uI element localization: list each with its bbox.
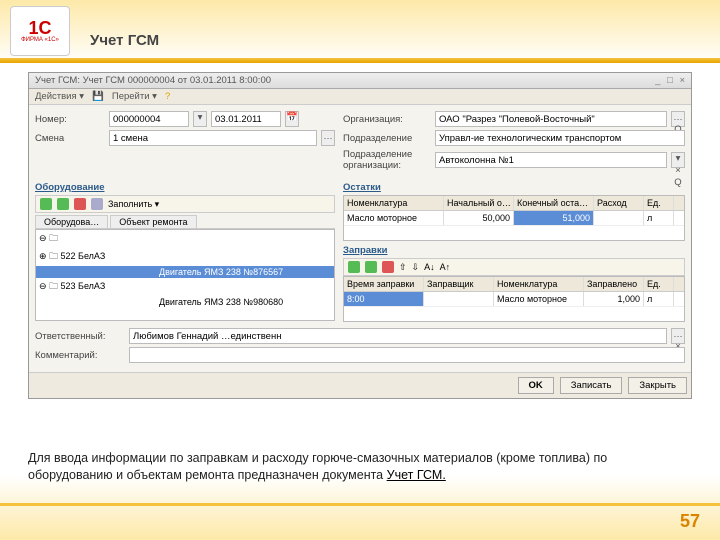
close-icon[interactable]: × — [679, 75, 685, 86]
down-icon[interactable]: ⇩ — [412, 262, 420, 273]
edit-icon[interactable] — [365, 261, 377, 273]
brand-logo: 1С ФИРМА «1С» — [10, 6, 70, 56]
fillings-grid[interactable]: Время заправки Заправщик Номенклатура За… — [343, 276, 685, 322]
fillings-header: Заправки — [343, 245, 685, 256]
toolbar: Действия ▾ 💾 Перейти ▾ ? — [29, 89, 691, 105]
page-title: Учет ГСМ — [90, 32, 159, 49]
responsible-input[interactable]: Любимов Геннадий …единственн — [129, 328, 667, 344]
page-number: 57 — [680, 511, 700, 532]
lookup-icon[interactable]: …Q — [671, 111, 685, 127]
save-button[interactable]: Записать — [560, 377, 623, 394]
remains-header: Остатки — [343, 182, 685, 193]
lookup-icon[interactable]: …× Q — [671, 328, 685, 344]
responsible-label: Ответственный: — [35, 331, 125, 342]
tab-equipment[interactable]: Оборудова… — [35, 215, 108, 228]
comment-label: Комментарий: — [35, 350, 125, 361]
window-titlebar: Учет ГСМ: Учет ГСМ 000000004 от 03.01.20… — [29, 73, 691, 89]
tab-repair-object[interactable]: Объект ремонта — [110, 215, 196, 228]
save-icon[interactable]: 💾 — [92, 91, 104, 102]
date-picker-icon[interactable]: ▾ — [193, 111, 207, 127]
dept-label: Подразделение — [343, 133, 431, 144]
remains-grid[interactable]: Номенклатура Начальный о… Конечный оста…… — [343, 195, 685, 241]
dept2-label: Подразделение организации: — [343, 149, 431, 171]
minimize-icon[interactable]: _ — [655, 75, 660, 86]
comment-input[interactable] — [129, 347, 685, 363]
org-input[interactable]: ОАО "Разрез "Полевой-Восточный" — [435, 111, 667, 127]
table-row[interactable]: Масло моторное 50,000 51,000 л — [344, 211, 684, 226]
actions-menu[interactable]: Действия ▾ — [35, 91, 84, 102]
shift-label: Смена — [35, 133, 105, 144]
number-label: Номер: — [35, 114, 105, 125]
dept-input[interactable]: Управл-ие технологическим транспортом — [435, 130, 685, 146]
window-title-text: Учет ГСМ: Учет ГСМ 000000004 от 03.01.20… — [35, 75, 271, 86]
equipment-tree[interactable]: ⊖ 🗀 ⊕ 🗀 522 БелАЗ Двигатель ЯМЗ 238 №876… — [35, 229, 335, 321]
delete-icon[interactable] — [74, 198, 86, 210]
fillings-toolbar: ⇧ ⇩ A↓ A↑ — [343, 258, 685, 276]
lookup-icon[interactable]: … — [321, 130, 335, 146]
close-button[interactable]: Закрыть — [628, 377, 687, 394]
number-input[interactable]: 000000004 — [109, 111, 189, 127]
calendar-icon[interactable]: 📅 — [285, 111, 299, 127]
add-icon[interactable] — [40, 198, 52, 210]
equipment-header: Оборудование — [35, 182, 335, 193]
goto-menu[interactable]: Перейти ▾ — [112, 91, 157, 102]
add-icon[interactable] — [348, 261, 360, 273]
refresh-icon[interactable] — [91, 198, 103, 210]
slide-caption: Для ввода информации по заправкам и расх… — [28, 450, 688, 484]
divider — [0, 58, 720, 63]
date-input[interactable]: 03.01.2011 — [211, 111, 281, 127]
sort-asc-icon[interactable]: A↓ — [424, 262, 435, 272]
app-window: Учет ГСМ: Учет ГСМ 000000004 от 03.01.20… — [28, 72, 692, 399]
maximize-icon[interactable]: □ — [667, 75, 673, 86]
shift-input[interactable]: 1 смена — [109, 130, 317, 146]
divider — [0, 503, 720, 506]
edit-icon[interactable] — [57, 198, 69, 210]
dept2-input[interactable]: Автоколонна №1 — [435, 152, 667, 168]
lookup-icon[interactable]: ▾ × Q — [671, 152, 685, 168]
fill-button[interactable]: Заполнить ▾ — [108, 199, 159, 210]
up-icon[interactable]: ⇧ — [399, 262, 407, 273]
equipment-toolbar: Заполнить ▾ — [35, 195, 335, 213]
org-label: Организация: — [343, 114, 431, 125]
table-row[interactable]: 8:00 Масло моторное 1,000 л — [344, 292, 684, 307]
sort-desc-icon[interactable]: A↑ — [440, 262, 451, 272]
help-icon[interactable]: ? — [165, 91, 170, 102]
delete-icon[interactable] — [382, 261, 394, 273]
ok-button[interactable]: OK — [518, 377, 554, 394]
